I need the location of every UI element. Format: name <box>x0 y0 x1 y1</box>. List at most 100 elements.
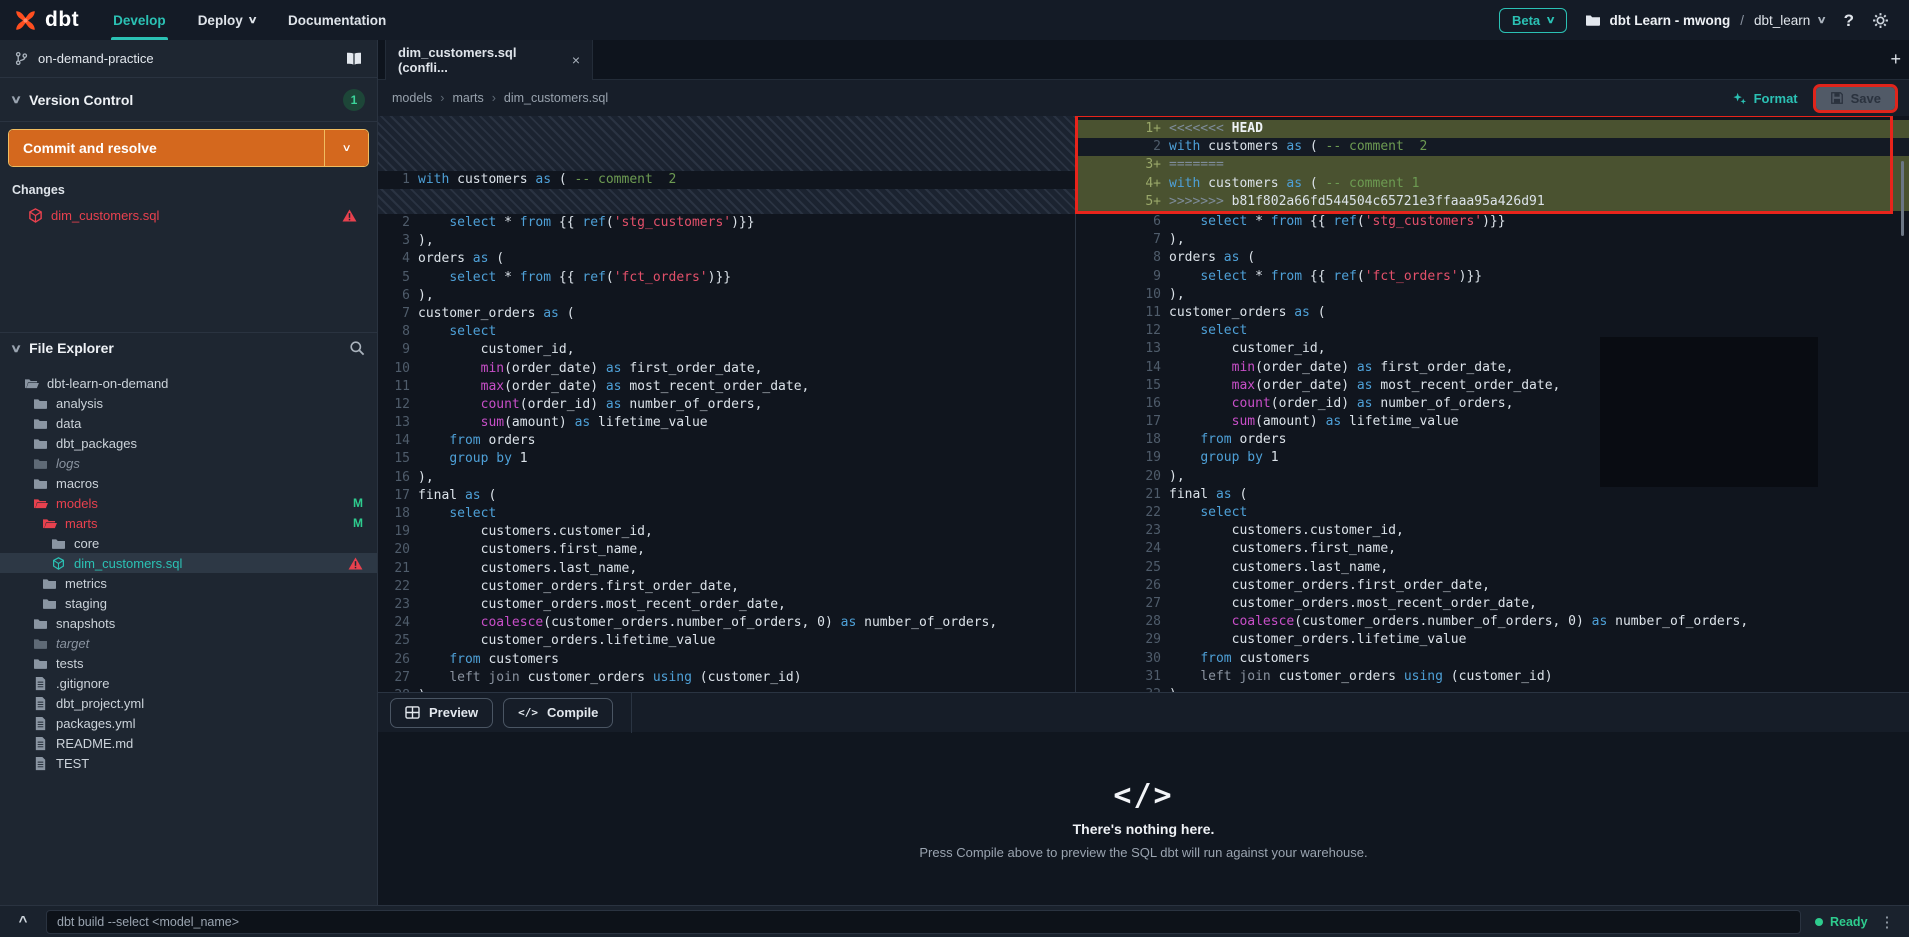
docs-book-icon[interactable] <box>345 51 363 67</box>
commit-and-resolve-button[interactable]: Commit and resolve <box>9 130 324 166</box>
tree-item-label: dbt_project.yml <box>56 696 144 711</box>
breadcrumb-item[interactable]: dim_customers.sql <box>504 91 608 105</box>
tree-item-macros[interactable]: macros <box>0 473 377 493</box>
tree-item-staging[interactable]: staging <box>0 593 377 613</box>
editor-pane-left[interactable]: 1with customers as ( -- comment 2 2 sele… <box>378 116 1075 692</box>
code-line: 22 customer_orders.first_order_date, <box>378 578 1075 596</box>
chevron-down-icon: ∨ <box>10 93 22 106</box>
folder-open-icon <box>33 497 48 510</box>
folder-icon <box>33 437 48 450</box>
code-text: coalesce(customer_orders.number_of_order… <box>410 614 997 632</box>
line-number: 21 <box>1076 486 1161 504</box>
commit-split-button: Commit and resolve ∨ <box>8 129 369 167</box>
tree-item-label: snapshots <box>56 616 115 631</box>
tree-item--gitignore[interactable]: .gitignore <box>0 673 377 693</box>
tree-item-dbt-packages[interactable]: dbt_packages <box>0 433 377 453</box>
tree-item-label: logs <box>56 456 80 471</box>
code-text: from customers <box>1161 650 1310 668</box>
dbt-logo[interactable]: dbt <box>0 7 97 34</box>
code-text: customers.first_name, <box>410 541 645 559</box>
code-text: select <box>1161 504 1247 522</box>
beta-dropdown[interactable]: Beta ∨ <box>1499 8 1568 33</box>
code-text: with customers as ( -- comment 2 <box>410 171 676 189</box>
save-floppy-icon <box>1830 91 1844 105</box>
compile-button[interactable]: </> Compile <box>503 698 613 728</box>
code-text: orders as ( <box>410 250 504 268</box>
tree-item-core[interactable]: core <box>0 533 377 553</box>
tree-item-label: .gitignore <box>56 676 109 691</box>
folder-icon <box>51 537 66 550</box>
command-input[interactable] <box>46 910 1801 934</box>
line-number: 11 <box>378 378 410 396</box>
line-number: 5+ <box>1076 193 1161 211</box>
code-text: ), <box>1161 231 1185 249</box>
code-text: with customers as ( -- comment 1 <box>1161 175 1419 193</box>
gear-icon[interactable] <box>1872 12 1889 29</box>
tree-item-dbt-learn-on-demand[interactable]: dbt-learn-on-demand <box>0 373 377 393</box>
tab-title: dim_customers.sql (confli... <box>398 45 562 75</box>
folder-icon <box>42 597 57 610</box>
project-switcher[interactable]: dbt Learn - mwong / dbt_learn ∨ <box>1585 13 1825 28</box>
nav-item-deploy[interactable]: Deploy∨ <box>182 0 272 40</box>
file-icon <box>33 676 48 691</box>
code-line: 32) <box>1076 686 1909 692</box>
tree-item-models[interactable]: modelsM <box>0 493 377 513</box>
code-text: customer_orders.most_recent_order_date, <box>1161 595 1537 613</box>
save-button[interactable]: Save <box>1816 87 1895 110</box>
tree-item-dbt-project-yml[interactable]: dbt_project.yml <box>0 693 377 713</box>
preview-label: Preview <box>429 705 478 720</box>
kebab-menu-icon[interactable]: ⋮ <box>1880 913 1895 931</box>
line-number: 1+ <box>1076 120 1161 138</box>
help-icon[interactable]: ? <box>1844 12 1854 29</box>
search-icon[interactable] <box>349 340 365 356</box>
tree-item-tests[interactable]: tests <box>0 653 377 673</box>
code-line: 27 customer_orders.most_recent_order_dat… <box>1076 595 1909 613</box>
folder-icon <box>33 417 48 430</box>
code-line: 23 customer_orders.most_recent_order_dat… <box>378 596 1075 614</box>
line-number: 7 <box>378 305 410 323</box>
expand-caret-icon[interactable]: ^ <box>0 913 46 930</box>
code-line: 10), <box>1076 286 1909 304</box>
dbt-cloud-ide: dbt DevelopDeploy∨Documentation Beta ∨ d… <box>0 0 1909 937</box>
tree-item-dim-customers-sql[interactable]: dim_customers.sql <box>0 553 377 573</box>
line-number: 9 <box>378 341 410 359</box>
tree-item-snapshots[interactable]: snapshots <box>0 613 377 633</box>
tree-item-label: models <box>56 496 98 511</box>
line-number: 6 <box>1076 213 1161 231</box>
code-line: 4orders as ( <box>378 250 1075 268</box>
close-icon[interactable]: × <box>572 52 580 68</box>
branch-selector[interactable]: on-demand-practice <box>0 40 377 78</box>
tree-item-analysis[interactable]: analysis <box>0 393 377 413</box>
line-number: 26 <box>378 651 410 669</box>
format-button[interactable]: Format <box>1732 91 1798 106</box>
tab-dim-customers[interactable]: dim_customers.sql (confli... × <box>385 40 593 80</box>
nav-item-documentation[interactable]: Documentation <box>272 0 402 40</box>
breadcrumb-separator: › <box>492 91 496 105</box>
commit-options-caret[interactable]: ∨ <box>324 130 368 166</box>
version-control-header[interactable]: ∨ Version Control 1 <box>0 78 377 121</box>
tree-item-target[interactable]: target <box>0 633 377 653</box>
code-line: 24 customers.first_name, <box>1076 540 1909 558</box>
tree-item-readme-md[interactable]: README.md <box>0 733 377 753</box>
conflict-hatched-region <box>378 189 1075 214</box>
format-label: Format <box>1754 91 1798 106</box>
breadcrumb-item[interactable]: models <box>392 91 432 105</box>
preview-grid-icon <box>405 706 420 719</box>
tree-item-test[interactable]: TEST <box>0 753 377 773</box>
editor-toolbar: models›marts›dim_customers.sql Format Sa… <box>378 80 1909 116</box>
tree-item-data[interactable]: data <box>0 413 377 433</box>
status-label: Ready <box>1830 915 1868 929</box>
tree-item-packages-yml[interactable]: packages.yml <box>0 713 377 733</box>
preview-button[interactable]: Preview <box>390 698 493 728</box>
new-tab-button[interactable]: + <box>1890 49 1901 70</box>
file-explorer-header[interactable]: ∨ File Explorer <box>0 333 377 363</box>
tree-item-logs[interactable]: logs <box>0 453 377 473</box>
breadcrumb-item[interactable]: marts <box>452 91 483 105</box>
code-text: customer_orders.first_order_date, <box>410 578 739 596</box>
changed-file-row[interactable]: dim_customers.sql <box>0 203 377 228</box>
editor-scrollbar[interactable] <box>1901 161 1904 236</box>
tree-item-marts[interactable]: martsM <box>0 513 377 533</box>
nav-item-develop[interactable]: Develop <box>97 0 182 40</box>
tree-item-metrics[interactable]: metrics <box>0 573 377 593</box>
code-editor-area: 1with customers as ( -- comment 2 2 sele… <box>378 116 1909 692</box>
